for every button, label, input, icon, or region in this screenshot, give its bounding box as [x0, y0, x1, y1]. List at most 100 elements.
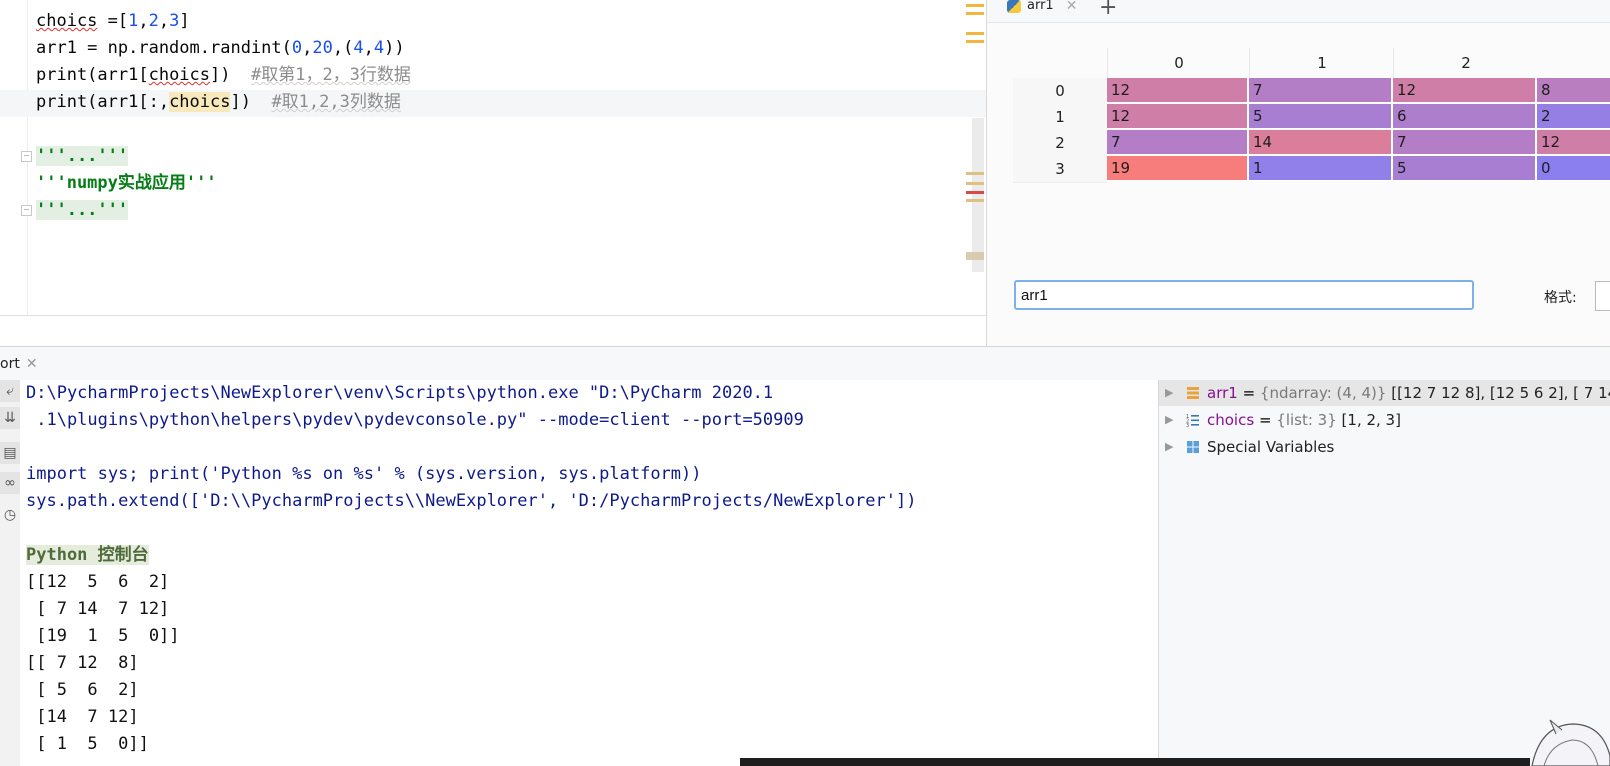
expand-arrow-icon[interactable]: ▶ [1165, 380, 1173, 406]
mark [966, 182, 984, 185]
variable-row-choics[interactable]: ▶ 123 choics = {list: 3} [1, 2, 3] [1159, 407, 1610, 433]
array-cell[interactable]: 19 [1107, 156, 1249, 181]
mascot-image [1531, 719, 1610, 766]
array-cell[interactable]: 8 [1537, 78, 1610, 103]
add-tab-icon[interactable]: + [1099, 0, 1117, 20]
variable-row-special[interactable]: ▶ Special Variables [1159, 434, 1610, 460]
array-cell[interactable]: 12 [1393, 78, 1537, 103]
warning-mark [966, 40, 984, 43]
viewer-tabs: arr1 ✕ + [987, 0, 1610, 23]
expand-arrow-icon[interactable]: ▶ [1165, 407, 1173, 433]
soft-wrap-icon[interactable]: ⤶ [0, 380, 20, 402]
slice-input[interactable] [1014, 280, 1474, 310]
array-viewer: arr1 ✕ + 0 1 2 0 12 7 12 8 1 12 5 6 2 2 7 14 7 12 3 19 1 5… [986, 0, 1610, 346]
mark [966, 172, 984, 175]
array-cell[interactable]: 12 [1107, 104, 1249, 129]
error-mark [966, 191, 984, 194]
python-icon [1007, 0, 1021, 13]
warning-mark [966, 12, 984, 15]
expand-arrow-icon[interactable]: ▶ [1165, 434, 1173, 460]
code-line-2[interactable]: arr1 = np.random.randint(0,20,(4,4)) [36, 35, 405, 61]
fold-toggle-icon[interactable]: − [21, 151, 32, 162]
list-icon: 123 [1186, 414, 1199, 427]
scroll-thumb[interactable] [972, 118, 984, 272]
mark [966, 252, 984, 260]
code-line-3[interactable]: print(arr1[choics]) #取第1，2，3行数据 [36, 62, 411, 88]
svg-text:3: 3 [1186, 423, 1189, 427]
scroll-to-end-icon[interactable]: ⇊ [0, 407, 20, 429]
array-cell[interactable]: 7 [1393, 130, 1537, 155]
array-cell[interactable]: 12 [1107, 78, 1249, 103]
console-tab[interactable]: ort ✕ [0, 356, 38, 372]
array-cell[interactable]: 12 [1537, 130, 1610, 155]
array-cell[interactable]: 5 [1249, 104, 1393, 129]
console-toolbar: ⤶ ⇊ ▤ ∞ ◷ [0, 380, 20, 766]
array-cell[interactable]: 14 [1249, 130, 1393, 155]
close-icon[interactable]: ✕ [1066, 0, 1078, 13]
console-tab-label: ort [0, 356, 20, 372]
ndarray-icon [1187, 387, 1199, 399]
console-line: import sys; print('Python %s on %s' % (s… [26, 464, 702, 484]
code-line-4[interactable]: print(arr1[:,choics]) #取1,2,3列数据 [36, 89, 401, 115]
array-cell[interactable]: 7 [1249, 78, 1393, 103]
array-cell[interactable]: 7 [1107, 130, 1249, 155]
code-comment: #取第1，2，3行数据 [250, 65, 411, 85]
array-cell[interactable]: 0 [1537, 156, 1610, 181]
code-comment: #取1,2,3列数据 [271, 92, 401, 112]
array-cell[interactable]: 1 [1249, 156, 1393, 181]
editor-scrollbar[interactable] [966, 0, 986, 316]
row-index[interactable]: 0 [1013, 78, 1107, 105]
variable-value: [1, 2, 3] [1341, 411, 1401, 429]
viewer-tab-arr1[interactable]: arr1 ✕ [1007, 0, 1077, 22]
row-index[interactable]: 1 [1013, 104, 1107, 131]
console-line: [14 7 12] [26, 707, 139, 727]
console-line: [[12 5 6 2] [26, 572, 170, 592]
array-row: 3 19 1 5 0 [1013, 156, 1610, 183]
array-cell[interactable]: 6 [1393, 104, 1537, 129]
array-row: 1 12 5 6 2 [1013, 104, 1610, 131]
console-line: [ 5 6 2] [26, 680, 139, 700]
docstring-line[interactable]: '''numpy实战应用''' [36, 170, 217, 196]
close-icon[interactable]: ✕ [26, 356, 38, 372]
column-header[interactable]: 0 [1107, 48, 1250, 78]
python-console[interactable]: D:\PycharmProjects\NewExplorer\venv\Scri… [20, 380, 1158, 766]
column-header[interactable]: 2 [1393, 48, 1538, 78]
variable-type: {ndarray: (4, 4)} [1259, 384, 1387, 402]
console-line: Python 控制台 [26, 545, 149, 565]
console-line: D:\PycharmProjects\NewExplorer\venv\Scri… [26, 383, 774, 403]
format-label: 格式: [1544, 290, 1577, 306]
special-variables-icon [1187, 441, 1199, 453]
console-line: sys.path.extend(['D:\\PycharmProjects\\N… [26, 491, 917, 511]
variable-name: arr1 [1207, 384, 1238, 402]
console-line: [ 1 5 0]] [26, 734, 149, 754]
mark [966, 199, 984, 202]
editor-border [0, 315, 986, 316]
variable-type: {list: 3} [1276, 411, 1337, 429]
console-line: [[ 7 12 8] [26, 653, 139, 673]
array-cell[interactable]: 2 [1537, 104, 1610, 129]
variable-name: Special Variables [1207, 438, 1335, 456]
format-input[interactable] [1595, 281, 1610, 311]
code-line-1[interactable]: choics =[1,2,3] [36, 8, 190, 34]
column-header[interactable]: 1 [1249, 48, 1394, 78]
warning-mark [966, 32, 984, 35]
history-icon[interactable]: ◷ [0, 504, 20, 526]
array-row: 2 7 14 7 12 [1013, 130, 1610, 157]
row-index[interactable]: 3 [1013, 156, 1107, 183]
row-index[interactable]: 2 [1013, 130, 1107, 157]
array-cell[interactable]: 5 [1393, 156, 1537, 181]
console-line: .1\plugins\python\helpers\pydev\pydevcon… [26, 410, 804, 430]
warning-mark [966, 4, 984, 7]
print-icon[interactable]: ▤ [0, 442, 20, 464]
fold-toggle-icon[interactable]: − [21, 205, 32, 216]
console-line: [19 1 5 0]] [26, 626, 180, 646]
variable-row-arr1[interactable]: ▶ arr1 = {ndarray: (4, 4)} [[12 7 12 8],… [1159, 380, 1610, 406]
array-row: 0 12 7 12 8 [1013, 78, 1610, 105]
console-line: [ 7 14 7 12] [26, 599, 170, 619]
folded-docstring[interactable]: '''...''' [36, 197, 129, 223]
viewer-tab-label: arr1 [1027, 0, 1054, 13]
variable-value: [[12 7 12 8], [12 5 6 2], [ 7 14 ... [1391, 384, 1610, 402]
show-variables-icon[interactable]: ∞ [0, 472, 20, 494]
folded-docstring[interactable]: '''...''' [36, 143, 129, 169]
code-editor[interactable]: choics =[1,2,3] arr1 = np.random.randint… [0, 0, 986, 316]
